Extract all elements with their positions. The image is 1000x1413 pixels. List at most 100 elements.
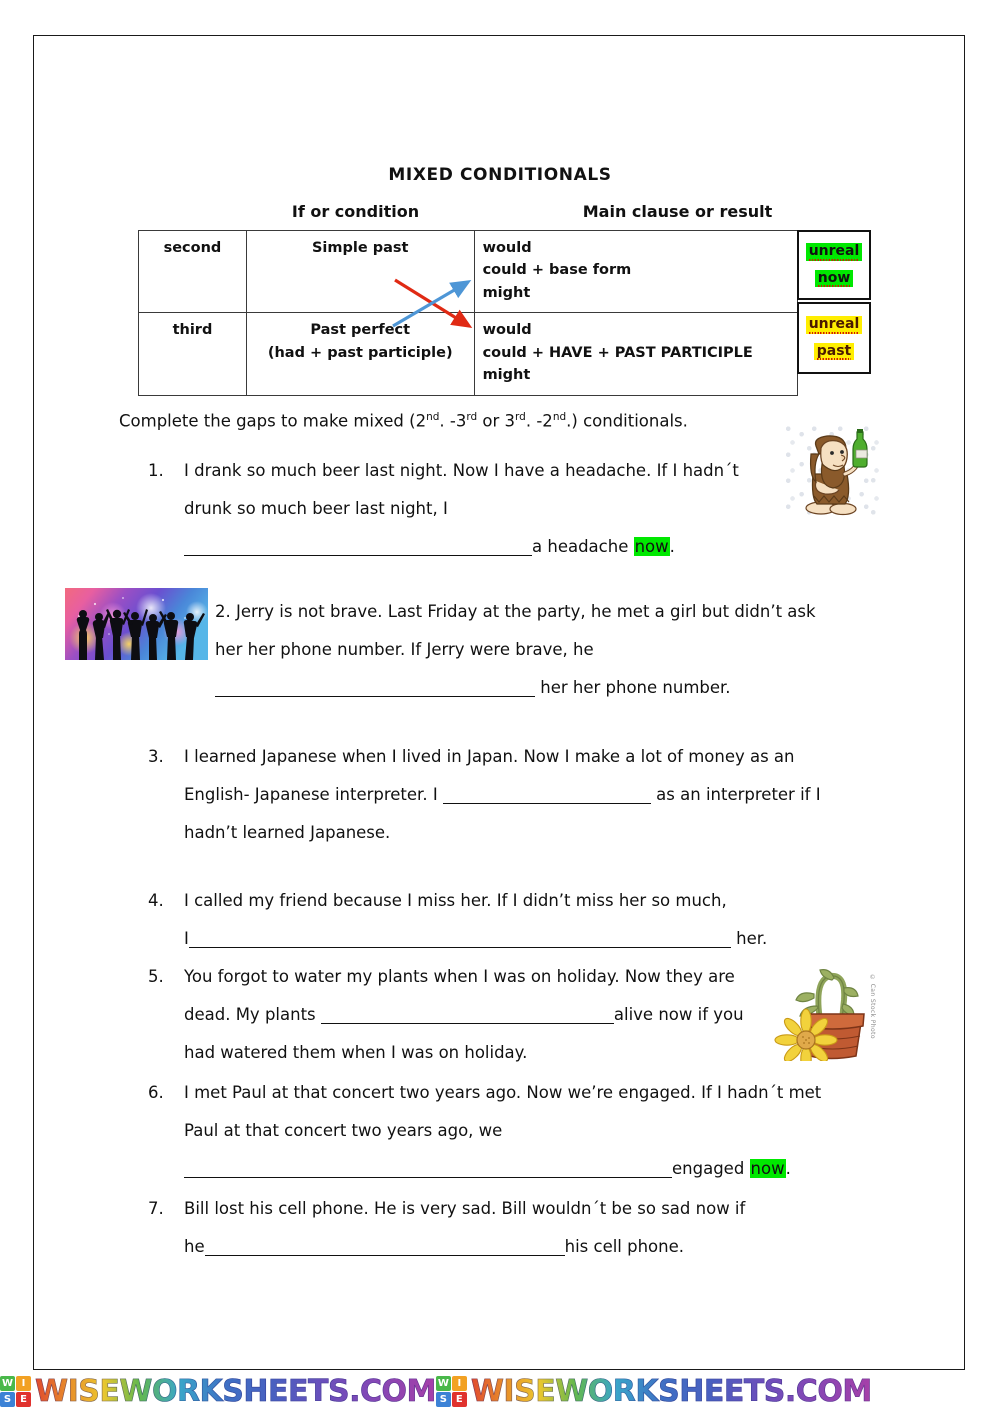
exercise-item-1: 1. I drank so much beer last night. Now … bbox=[148, 452, 788, 566]
cell-result-second: would could + base form might bbox=[473, 229, 799, 314]
table-caption-main-clause: Main clause or result bbox=[582, 202, 773, 221]
item-text-line: I met Paul at that concert two years ago… bbox=[184, 1083, 822, 1102]
answer-blank[interactable] bbox=[204, 1238, 565, 1256]
tag-past: past bbox=[813, 342, 855, 361]
instruction-part: . -3 bbox=[439, 411, 467, 431]
result-line: might bbox=[482, 284, 531, 301]
condition-line: (had + past participle) bbox=[267, 344, 453, 361]
conditionals-table: second Simple past would could + base fo… bbox=[138, 229, 799, 396]
item-text-line: You forgot to water my plants when I was… bbox=[184, 967, 735, 986]
item-text-line: her her phone number. If Jerry were brav… bbox=[215, 640, 594, 659]
item-number: 3. bbox=[148, 747, 164, 766]
cell-type-third: third bbox=[138, 312, 247, 396]
item-text-line: Bill lost his cell phone. He is very sad… bbox=[184, 1199, 746, 1218]
item-text-before-blank: he bbox=[184, 1237, 205, 1256]
item-text-line: hadn’t learned Japanese. bbox=[184, 823, 391, 842]
worksheet-page: MIXED CONDITIONALS If or condition Main … bbox=[0, 0, 1000, 1413]
cell-condition-third: Past perfect (had + past participle) bbox=[245, 312, 475, 396]
caveman-image bbox=[783, 424, 880, 522]
party-illustration bbox=[65, 588, 208, 660]
answer-blank[interactable] bbox=[184, 538, 532, 556]
result-line: could + base form bbox=[482, 262, 632, 279]
logo-letter-i: I bbox=[451, 1375, 467, 1391]
logo-letter-i: I bbox=[16, 1375, 31, 1391]
item-answer-line: a headache now. bbox=[184, 528, 788, 566]
plant-illustration bbox=[774, 969, 865, 1072]
answer-blank[interactable] bbox=[320, 1006, 614, 1024]
item-text-after-blank: her. bbox=[730, 929, 768, 948]
logo-letter-w: W bbox=[0, 1375, 15, 1391]
result-line: would bbox=[482, 322, 532, 339]
instruction-part: . -2 bbox=[525, 411, 553, 431]
item-answer-line: English- Japanese interpreter. I as an i… bbox=[184, 776, 848, 814]
wiseworksheets-logo-icon: W I S E bbox=[435, 1375, 467, 1407]
watermark-site-name: WISEWORKSHEETS.COM bbox=[35, 1373, 437, 1409]
highlight-now: now bbox=[749, 1159, 786, 1178]
exercise-item-7: 7. Bill lost his cell phone. He is very … bbox=[148, 1190, 828, 1266]
result-line: might bbox=[482, 367, 531, 384]
highlight-now: now bbox=[633, 537, 670, 556]
exercise-instruction: Complete the gaps to make mixed (2nd. -3… bbox=[119, 411, 688, 431]
answer-blank[interactable] bbox=[188, 930, 731, 948]
item-text-line: Paul at that concert two years ago, we bbox=[184, 1121, 503, 1140]
footer-watermark: W I S E WISEWORKSHEETS.COM W I S E WISEW… bbox=[0, 1369, 1000, 1413]
tag-unreal: unreal bbox=[805, 242, 863, 261]
item-text-before-blank: dead. My plants bbox=[184, 1005, 321, 1024]
item-text-after-blank: a headache bbox=[532, 537, 634, 556]
item-answer-line: I her. bbox=[184, 920, 848, 958]
item-text-line: I learned Japanese when I lived in Japan… bbox=[184, 747, 795, 766]
item-text-line: had watered them when I was on holiday. bbox=[184, 1043, 528, 1062]
instruction-part: Complete the gaps to make mixed (2 bbox=[119, 411, 427, 431]
item-number: 1. bbox=[148, 461, 164, 480]
answer-blank[interactable] bbox=[442, 786, 651, 804]
item-text-after-blank: her her phone number. bbox=[535, 678, 731, 697]
watermark-unit: W I S E WISEWORKSHEETS.COM bbox=[0, 1373, 437, 1409]
item-text-before-blank: English- Japanese interpreter. I bbox=[184, 785, 443, 804]
exercise-item-3: 3. I learned Japanese when I lived in Ja… bbox=[148, 738, 848, 852]
item-text-line: drunk so much beer last night, I bbox=[184, 499, 448, 518]
watermark-site-name: WISEWORKSHEETS.COM bbox=[470, 1373, 873, 1409]
image-credit: © Can Stock Photo bbox=[869, 974, 876, 1039]
tag-now: now bbox=[814, 269, 854, 288]
result-line: would bbox=[482, 240, 532, 256]
exercise-item-5: 5. You forgot to water my plants when I … bbox=[148, 958, 788, 1072]
table-row-second: second Simple past would could + base fo… bbox=[138, 229, 799, 314]
item-answer-line: engaged now. bbox=[184, 1150, 828, 1188]
instruction-part: .) conditionals. bbox=[566, 411, 688, 431]
tag-unreal: unreal bbox=[805, 315, 863, 334]
table-caption-if-condition: If or condition bbox=[291, 202, 420, 221]
item-text-line: 2. Jerry is not brave. Last Friday at th… bbox=[215, 602, 816, 621]
condition-line: Past perfect bbox=[310, 322, 411, 339]
item-text-end: . bbox=[785, 1159, 791, 1178]
instruction-part: or 3 bbox=[477, 411, 516, 431]
cell-result-third: would could + HAVE + PAST PARTICIPLE mig… bbox=[473, 312, 799, 396]
table-row-third: third Past perfect (had + past participl… bbox=[138, 312, 799, 396]
watermark-unit: W I S E WISEWORKSHEETS.COM bbox=[435, 1373, 873, 1409]
result-line: could + HAVE + PAST PARTICIPLE bbox=[482, 344, 753, 361]
tag-box-unreal-past: unreal past bbox=[797, 302, 871, 374]
answer-blank[interactable] bbox=[184, 1160, 672, 1178]
cell-type-second: second bbox=[138, 229, 247, 314]
item-text-after-blank: alive now if you bbox=[613, 1005, 744, 1024]
item-text-after-blank: engaged bbox=[672, 1159, 750, 1178]
page-title: MIXED CONDITIONALS bbox=[388, 165, 612, 185]
cell-condition-second: Simple past bbox=[245, 229, 475, 314]
caveman-illustration bbox=[805, 429, 868, 516]
item-text-line: I drank so much beer last night. Now I h… bbox=[184, 461, 739, 480]
answer-blank[interactable] bbox=[215, 679, 535, 697]
item-answer-line: he his cell phone. bbox=[184, 1228, 828, 1266]
item-text-after-blank: his cell phone. bbox=[564, 1237, 685, 1256]
item-number: 7. bbox=[148, 1199, 164, 1218]
item-text-after-blank: as an interpreter if I bbox=[650, 785, 821, 804]
logo-letter-w: W bbox=[435, 1375, 451, 1391]
item-number: 5. bbox=[148, 967, 164, 986]
exercise-item-2: 2. Jerry is not brave. Last Friday at th… bbox=[215, 593, 875, 707]
logo-letter-s: S bbox=[435, 1391, 451, 1407]
exercise-item-4: 4. I called my friend because I miss her… bbox=[148, 882, 848, 958]
tag-box-unreal-now: unreal now bbox=[797, 230, 871, 300]
logo-letter-e: E bbox=[451, 1391, 467, 1407]
item-text-end: . bbox=[669, 537, 675, 556]
instruction-sup: rd bbox=[466, 411, 478, 423]
instruction-sup: rd bbox=[515, 411, 526, 423]
item-number: 6. bbox=[148, 1083, 164, 1102]
